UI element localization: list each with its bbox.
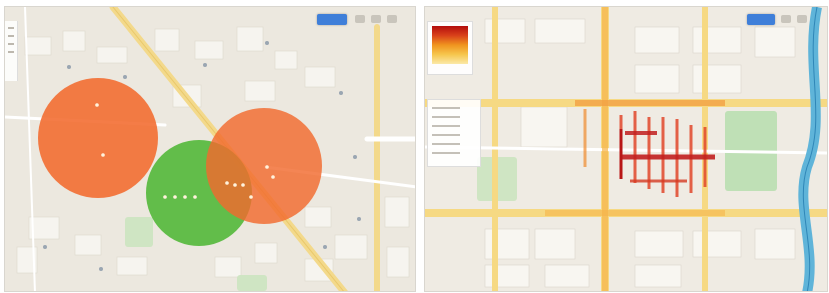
map-panel-left[interactable] (4, 6, 416, 292)
tool-icon[interactable] (797, 15, 807, 23)
buffer-circle-3[interactable] (206, 108, 322, 224)
map-toolbar[interactable] (781, 15, 807, 24)
map-canvas-left[interactable] (5, 7, 416, 292)
buffer-circle-1[interactable] (38, 78, 158, 198)
map-panel-right[interactable] (424, 6, 828, 292)
layer-toggle-button[interactable] (747, 14, 775, 25)
layer-list-panel[interactable] (427, 99, 481, 167)
river (798, 7, 822, 291)
heatmap-legend (427, 21, 473, 75)
layer-toggle-button[interactable] (317, 14, 347, 25)
zoom-control[interactable] (5, 21, 18, 81)
tool-icon[interactable] (371, 15, 381, 23)
tool-icon[interactable] (387, 15, 397, 23)
tool-icon[interactable] (355, 15, 365, 23)
legend-gradient (432, 26, 468, 64)
tool-icon[interactable] (781, 15, 791, 23)
map-toolbar[interactable] (355, 15, 397, 24)
map-canvas-right[interactable] (425, 7, 828, 292)
